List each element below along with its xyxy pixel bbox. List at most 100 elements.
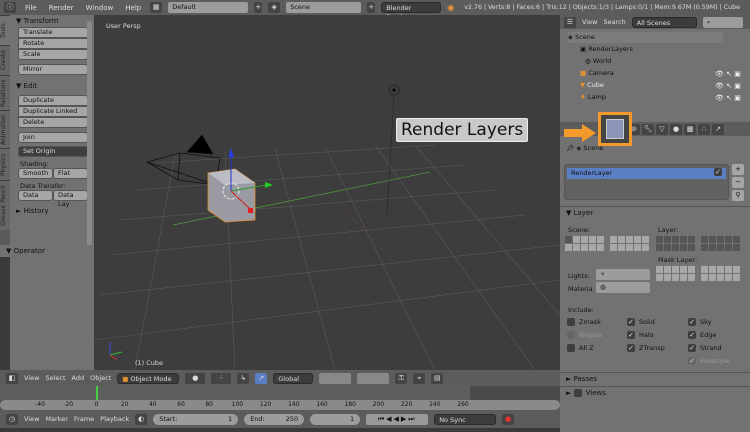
scene-layers-grid-1[interactable] xyxy=(565,236,604,251)
timeline-editor-type-icon[interactable]: ◷ xyxy=(6,413,18,425)
outliner-item-scene[interactable]: ◈ Scene xyxy=(568,32,723,43)
duplicate-linked-button[interactable]: Duplicate Linked xyxy=(18,106,88,117)
outliner-search-icon[interactable]: ⌕ xyxy=(702,16,743,28)
screen-layout-icon[interactable]: ▦ xyxy=(150,2,163,13)
menu-file[interactable]: File xyxy=(22,4,40,12)
strand-checkbox[interactable]: ✓ xyxy=(688,344,696,352)
passes-panel-header[interactable]: ► Passes xyxy=(560,372,750,385)
translate-button[interactable]: Translate xyxy=(18,27,88,38)
data-button[interactable]: Data xyxy=(18,190,53,201)
tab-create[interactable]: Create xyxy=(0,45,10,75)
pin-layer-button[interactable]: ⚲ xyxy=(732,190,744,201)
include-ztransp[interactable]: ✓ ZTransp xyxy=(627,344,665,352)
tool-shelf-scrollbar[interactable] xyxy=(87,21,92,247)
particles-tab-icon[interactable]: ∴ xyxy=(698,123,710,135)
material-tab-icon[interactable]: ● xyxy=(670,123,682,135)
pivot-select-icon[interactable]: ⁘ xyxy=(211,372,232,384)
include-freestyle[interactable]: ✓ Freestyle xyxy=(688,357,729,365)
menu-add[interactable]: Add xyxy=(72,374,85,382)
snap-icon[interactable]: ⌖ xyxy=(413,372,426,384)
render-layer-list[interactable]: RenderLayer ✓ xyxy=(564,164,729,200)
add-layer-button[interactable]: + xyxy=(732,164,744,175)
solid-checkbox[interactable]: ✓ xyxy=(627,318,635,326)
render-engine-select[interactable]: Blender Render xyxy=(381,2,442,21)
tab-physics[interactable]: Physics xyxy=(0,148,10,180)
mode-select[interactable]: ■ Object Mode xyxy=(117,372,180,384)
manipulator-icon[interactable]: ↳ xyxy=(237,372,250,384)
outliner-item-lamp[interactable]: ♦ Lamp xyxy=(580,92,735,103)
include-zmask[interactable]: Zmask xyxy=(567,318,601,326)
scene-field[interactable]: Scene xyxy=(286,2,362,13)
render-layer-enabled-checkbox[interactable]: ✓ xyxy=(714,168,722,176)
3d-viewport[interactable]: User Persp (1) Cube Render Layers xyxy=(95,15,560,370)
remove-layer-button[interactable]: − xyxy=(732,177,744,188)
current-frame-line[interactable] xyxy=(96,386,98,400)
halo-checkbox[interactable]: ✓ xyxy=(627,331,635,339)
ztransp-checkbox[interactable]: ✓ xyxy=(627,344,635,352)
duplicate-button[interactable]: Duplicate xyxy=(18,95,88,106)
flat-button[interactable]: Flat xyxy=(53,168,88,179)
tab-relations[interactable]: Relations xyxy=(0,75,10,110)
menu-select[interactable]: Select xyxy=(45,374,65,382)
outliner-item-renderlayers[interactable]: ▣ RenderLayers xyxy=(580,44,735,55)
menu-help[interactable]: Help xyxy=(122,4,144,12)
include-halo[interactable]: ✓ Halo xyxy=(627,331,654,339)
outliner-item-cube[interactable]: ▼ Cube xyxy=(580,80,735,91)
orientation-select[interactable]: Global xyxy=(273,372,314,384)
start-frame-field[interactable]: Start: 1 xyxy=(153,413,239,425)
record-icon[interactable]: ● xyxy=(502,413,515,425)
tab-grease-pencil[interactable]: Grease Pencil xyxy=(0,180,10,230)
include-sky[interactable]: ✓ Sky xyxy=(688,318,712,326)
menu-window[interactable]: Window xyxy=(83,4,117,12)
operator-panel-header[interactable]: ▼ Operator xyxy=(0,245,94,257)
mask-layer-grid-1[interactable] xyxy=(656,266,695,281)
translate-manipulator-icon[interactable]: ↗ xyxy=(255,372,268,384)
rotate-button[interactable]: Rotate xyxy=(18,38,88,49)
all-z-checkbox[interactable] xyxy=(567,344,575,352)
render-preview-icon[interactable]: ▤ xyxy=(431,372,444,384)
render-layer-item[interactable]: RenderLayer ✓ xyxy=(567,168,726,179)
history-panel-header[interactable]: ► History xyxy=(10,205,94,217)
layer-panel-header[interactable]: ▼ Layer xyxy=(560,206,750,219)
playback-controls[interactable]: ⏮◀◀▶⏭ xyxy=(366,413,429,425)
data-layout-button[interactable]: Data Lay xyxy=(53,190,88,208)
lock-icon[interactable]: ⚿ xyxy=(395,372,408,384)
material-field[interactable]: ◍ xyxy=(596,282,650,293)
lights-field[interactable]: ⚬ xyxy=(596,269,650,280)
timeline-menu-view[interactable]: View xyxy=(24,415,39,423)
outliner-view-menu[interactable]: View xyxy=(582,18,597,26)
screen-layout-field[interactable]: Default xyxy=(168,2,249,13)
outliner-search-menu[interactable]: Search xyxy=(603,18,625,26)
menu-object[interactable]: Object xyxy=(90,374,111,382)
modifiers-tab-icon[interactable]: 🔧︎ xyxy=(642,123,654,135)
layers-grid-2[interactable] xyxy=(357,372,390,384)
visibility-toggles[interactable]: 👁︎ ↖ ▣ 👁︎ ↖ ▣ 👁︎ ↖ ▣ xyxy=(715,68,741,104)
timeline-menu-playback[interactable]: Playback xyxy=(100,415,129,423)
views-checkbox[interactable] xyxy=(573,389,582,397)
views-panel-header[interactable]: ► Views xyxy=(560,386,750,399)
3d-editor-type-icon[interactable]: ◧ xyxy=(6,372,18,384)
edit-panel-header[interactable]: ▼ Edit xyxy=(10,80,94,92)
editor-type-icon[interactable]: ⓘ xyxy=(4,2,16,13)
mirror-button[interactable]: Mirror xyxy=(18,64,88,75)
tab-animation[interactable]: Animation xyxy=(0,110,10,148)
include-strand[interactable]: ✓ Strand xyxy=(688,344,722,352)
sky-checkbox[interactable]: ✓ xyxy=(688,318,696,326)
include-all-z[interactable]: All Z xyxy=(567,344,594,352)
mask-layer-grid-2[interactable] xyxy=(701,266,740,281)
timeline-menu-frame[interactable]: Frame xyxy=(74,415,94,423)
edge-checkbox[interactable]: ✓ xyxy=(688,331,696,339)
timeline-menu-marker[interactable]: Marker xyxy=(45,415,67,423)
outliner-item-camera[interactable]: ■ Camera xyxy=(580,68,735,79)
sync-select[interactable]: No Sync xyxy=(434,413,497,425)
negate-checkbox[interactable] xyxy=(567,331,575,339)
smooth-button[interactable]: Smooth xyxy=(18,168,53,179)
scene-icon[interactable]: ◈ xyxy=(268,2,281,13)
scene-layers-grid-2[interactable] xyxy=(610,236,649,251)
end-frame-field[interactable]: End: 250 xyxy=(244,413,305,425)
menu-view[interactable]: View xyxy=(24,374,39,382)
render-layers-tab[interactable] xyxy=(598,112,632,146)
freestyle-checkbox[interactable]: ✓ xyxy=(688,357,696,365)
include-edge[interactable]: ✓ Edge xyxy=(688,331,716,339)
texture-tab-icon[interactable]: ▩ xyxy=(684,123,696,135)
